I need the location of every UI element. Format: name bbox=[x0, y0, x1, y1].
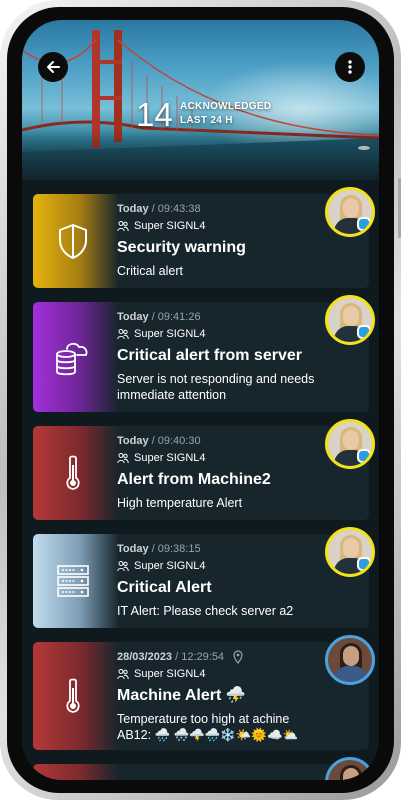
server-rack-icon bbox=[57, 565, 89, 597]
acknowledged-label-line1: ACKNOWLEDGED bbox=[180, 101, 272, 112]
back-button[interactable] bbox=[38, 52, 68, 82]
alert-team: Super SIGNL4 bbox=[117, 327, 323, 341]
alert-time: / 12:29:54 bbox=[172, 651, 225, 663]
alert-team: Super SIGNL4 bbox=[117, 219, 323, 233]
cloud-database-icon bbox=[56, 342, 88, 376]
avatar[interactable] bbox=[325, 295, 375, 345]
app-screen: 14 ACKNOWLEDGED LAST 24 H Today / 09:43:… bbox=[22, 20, 379, 780]
alert-timestamp: 28/03/2023 / 12:29:54 bbox=[117, 650, 323, 664]
alert-description: Temperature too high at achine AB12: 🌧️ … bbox=[117, 712, 299, 742]
arrow-left-icon bbox=[47, 61, 60, 73]
hero-gradient bbox=[22, 130, 379, 180]
alert-timestamp: Today / 09:41:26 bbox=[117, 310, 323, 324]
alert-color-strip bbox=[33, 764, 119, 780]
status-badge bbox=[357, 217, 371, 231]
alert-timestamp: Today / 09:40:30 bbox=[117, 434, 323, 448]
alert-card[interactable]: Today / 09:43:38 Super SIGNL4 Security w… bbox=[33, 187, 375, 288]
alert-time: / 09:40:30 bbox=[148, 435, 201, 447]
alert-content: Today / 09:38:15 Super SIGNL4 Critical A… bbox=[117, 542, 323, 619]
alert-description: Server is not responding and needs immed… bbox=[117, 372, 315, 402]
more-vertical-icon bbox=[348, 60, 352, 74]
alert-card[interactable]: Today / 09:40:30 Super SIGNL4 Alert from… bbox=[33, 419, 375, 520]
phone-frame: 14 ACKNOWLEDGED LAST 24 H Today / 09:43:… bbox=[0, 0, 401, 800]
alert-date: Today bbox=[117, 203, 149, 215]
status-badge bbox=[357, 325, 371, 339]
status-badge bbox=[357, 557, 371, 571]
alert-time: / 09:43:38 bbox=[148, 203, 201, 215]
acknowledged-label: ACKNOWLEDGED LAST 24 H bbox=[180, 100, 271, 128]
alert-card[interactable]: 28/03/2023 / 12:29:54 Super SIGNL4 Machi… bbox=[33, 635, 375, 750]
alert-title: Alert from Machine2 bbox=[117, 471, 271, 488]
acknowledged-count: 14 bbox=[136, 96, 173, 133]
alert-title: Machine Alert ⛈️ bbox=[117, 687, 246, 704]
alert-timestamp: Today / 09:38:15 bbox=[117, 542, 323, 556]
avatar[interactable] bbox=[325, 419, 375, 469]
alert-date: 28/03/2023 bbox=[117, 651, 173, 663]
alert-date: Today bbox=[117, 543, 149, 555]
alert-description: IT Alert: Please check server a2 bbox=[117, 604, 294, 618]
team-icon bbox=[117, 221, 129, 232]
alert-team-name: Super SIGNL4 bbox=[134, 560, 206, 572]
alert-content: Today / 09:40:30 Super SIGNL4 Alert from… bbox=[117, 434, 323, 511]
alert-content: Today / 09:41:26 Super SIGNL4 Critical a… bbox=[117, 310, 323, 403]
alert-team-name: Super SIGNL4 bbox=[134, 668, 206, 680]
avatar[interactable] bbox=[325, 187, 375, 237]
alert-timestamp: Today / 09:43:38 bbox=[117, 202, 323, 216]
alert-team-name: Super SIGNL4 bbox=[134, 452, 206, 464]
alert-title: Security warning bbox=[117, 239, 246, 256]
avatar[interactable] bbox=[325, 527, 375, 577]
alert-team: Super SIGNL4 bbox=[117, 451, 323, 465]
team-icon bbox=[117, 329, 129, 340]
alert-team: Super SIGNL4 bbox=[117, 559, 323, 573]
alert-date: Today bbox=[117, 311, 149, 323]
acknowledged-label-line2: LAST 24 H bbox=[180, 115, 233, 126]
alert-card-partial[interactable] bbox=[33, 757, 375, 780]
shield-icon bbox=[59, 224, 87, 259]
team-icon bbox=[117, 669, 129, 680]
avatar[interactable] bbox=[325, 635, 375, 685]
status-badge bbox=[357, 449, 371, 463]
alert-time: / 09:38:15 bbox=[148, 543, 201, 555]
hero-banner: 14 ACKNOWLEDGED LAST 24 H bbox=[22, 20, 379, 180]
alert-description: Critical alert bbox=[117, 264, 183, 278]
team-icon bbox=[117, 561, 129, 572]
alert-description: High temperature Alert bbox=[117, 496, 243, 510]
alert-content: Today / 09:43:38 Super SIGNL4 Security w… bbox=[117, 202, 323, 279]
alert-title: Critical Alert bbox=[117, 579, 212, 596]
alert-time: / 09:41:26 bbox=[148, 311, 201, 323]
alert-title: Critical alert from server bbox=[117, 347, 302, 364]
team-icon bbox=[117, 453, 129, 464]
avatar[interactable] bbox=[325, 757, 375, 780]
alert-team: Super SIGNL4 bbox=[117, 667, 323, 681]
thermometer-icon bbox=[66, 678, 80, 713]
alert-team-name: Super SIGNL4 bbox=[134, 328, 206, 340]
more-options-button[interactable] bbox=[335, 52, 365, 82]
alert-team-name: Super SIGNL4 bbox=[134, 220, 206, 232]
alert-date: Today bbox=[117, 435, 149, 447]
alert-card[interactable]: Today / 09:38:15 Super SIGNL4 Critical A… bbox=[33, 527, 375, 628]
thermometer-icon bbox=[66, 455, 80, 490]
alert-card[interactable]: Today / 09:41:26 Super SIGNL4 Critical a… bbox=[33, 295, 375, 412]
alert-content: 28/03/2023 / 12:29:54 Super SIGNL4 Machi… bbox=[117, 650, 323, 743]
